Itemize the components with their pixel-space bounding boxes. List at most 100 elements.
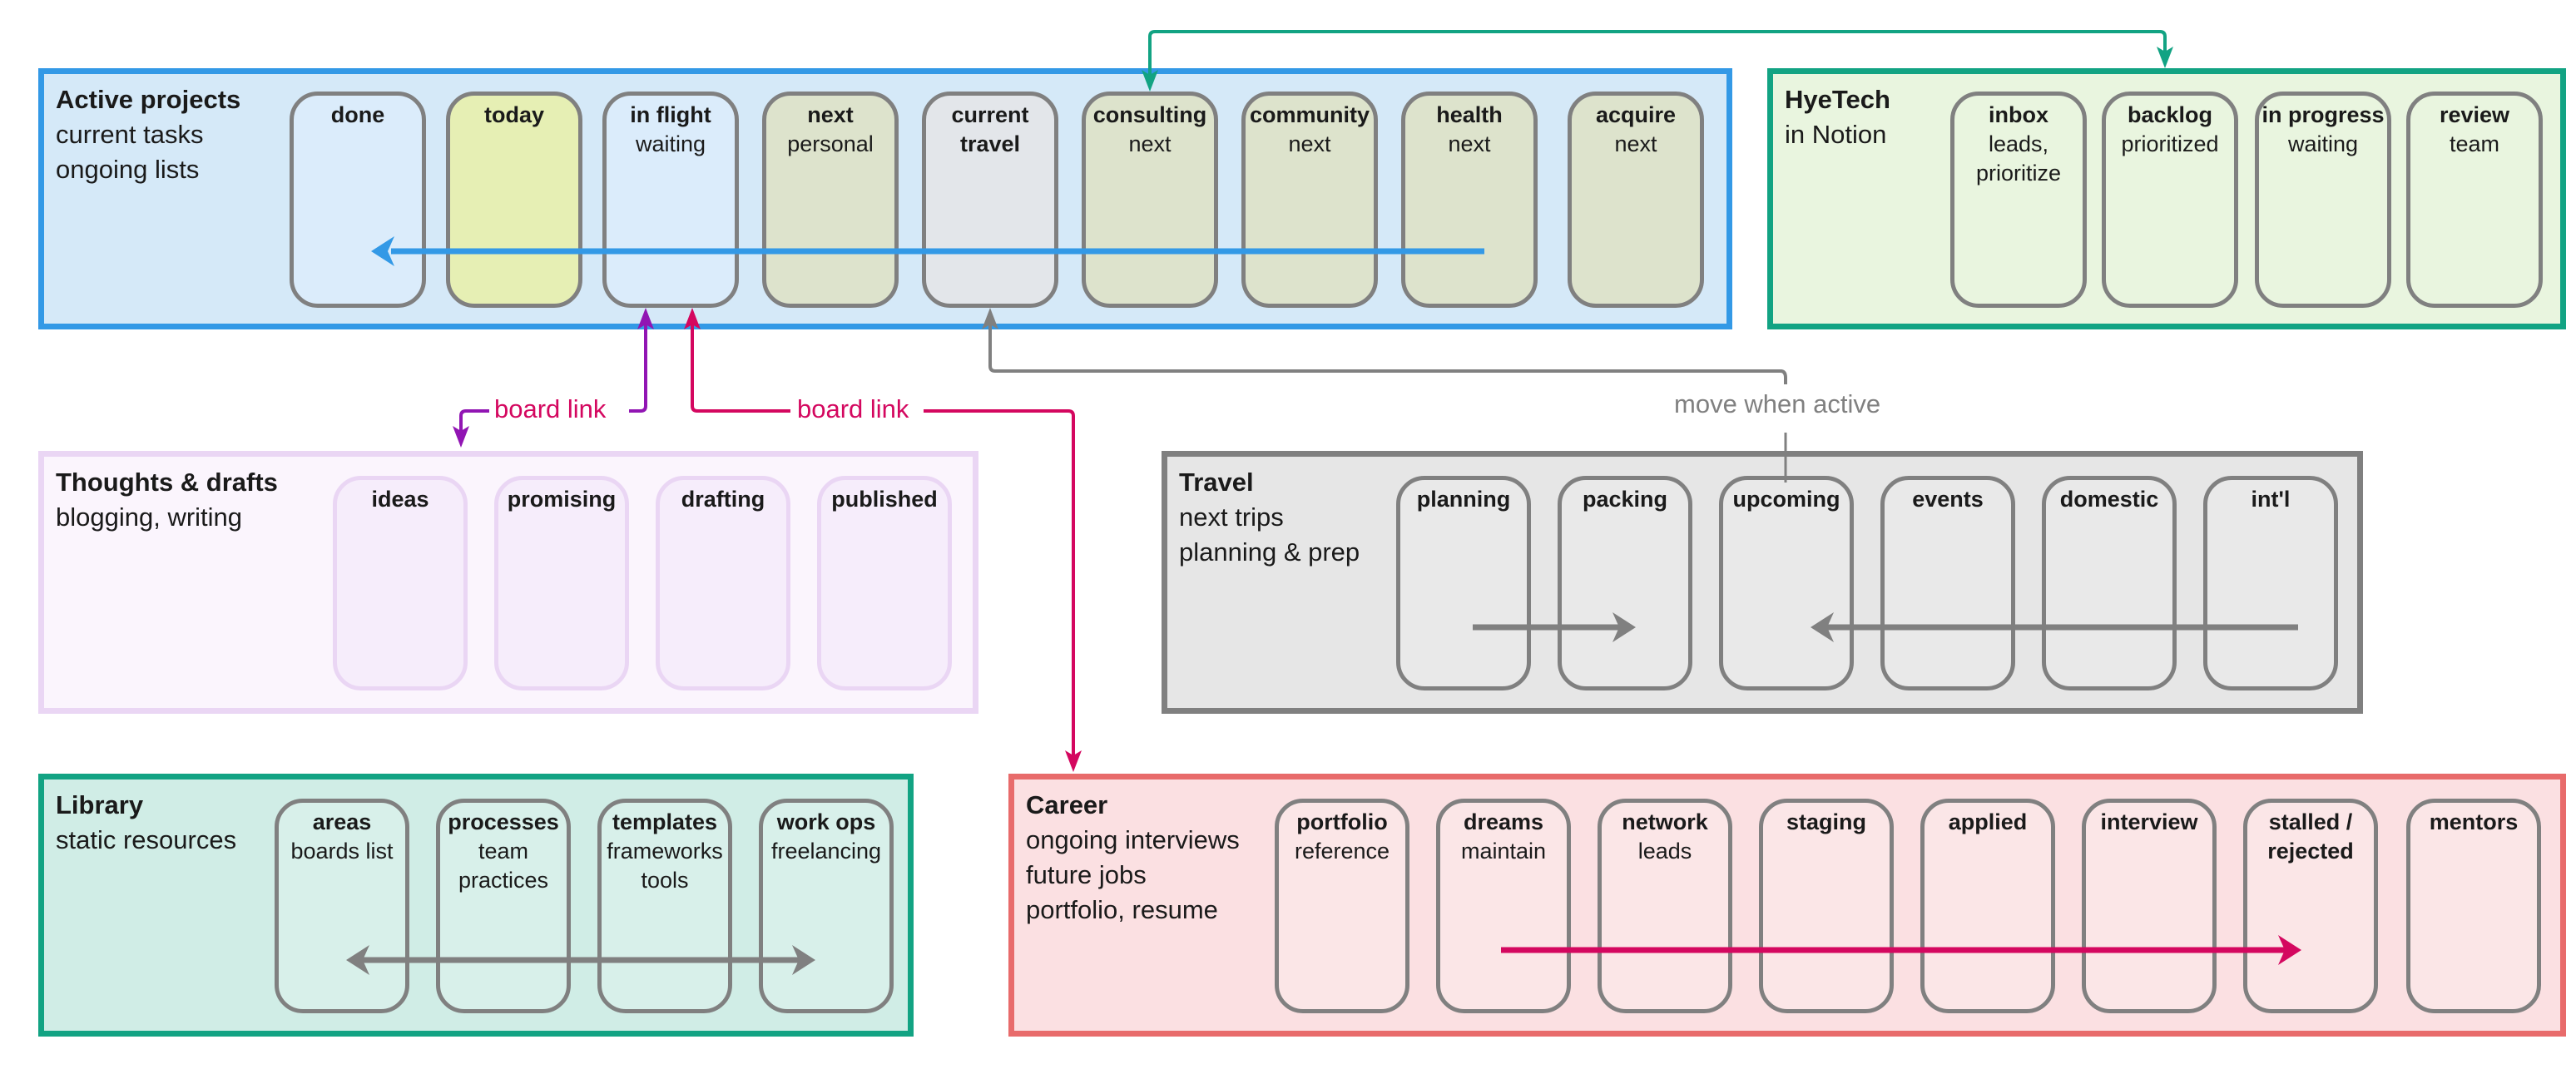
board-subtitle: ongoing interviews: [1026, 825, 1240, 854]
column-travel[interactable]: upcoming: [1719, 476, 1854, 690]
column-name: next: [807, 102, 854, 127]
arrowhead-down-icon: [1065, 750, 1082, 772]
column-subtitle: team: [2449, 131, 2500, 156]
board-subtitle: static resources: [56, 825, 237, 854]
board-subtitle: in Notion: [1785, 120, 1887, 149]
board-link-label-thoughts: board link: [489, 394, 612, 424]
column-active[interactable]: next personal: [762, 92, 899, 308]
board-title: Career ongoing interviews future jobs po…: [1026, 788, 1240, 928]
column-travel[interactable]: planning: [1396, 476, 1531, 690]
column-hyetech[interactable]: backlog prioritized: [2102, 92, 2238, 308]
arrowhead-down-icon: [453, 426, 469, 448]
column-name: drafting: [681, 487, 765, 512]
column-name: dreams: [1463, 809, 1544, 834]
column-active[interactable]: acquire next: [1568, 92, 1704, 308]
column-thoughts[interactable]: ideas: [333, 476, 468, 690]
column-name: done: [330, 102, 385, 127]
column-active[interactable]: health next: [1401, 92, 1538, 308]
column-name: templates: [612, 809, 718, 834]
column-name: acquire: [1595, 102, 1677, 127]
column-name: staging: [1786, 809, 1866, 834]
column-active[interactable]: in flight waiting: [602, 92, 739, 308]
column-hyetech[interactable]: in progress waiting: [2255, 92, 2391, 308]
column-career[interactable]: staging: [1759, 799, 1894, 1013]
column-name: today: [483, 102, 544, 127]
column-active[interactable]: current travel: [922, 92, 1058, 308]
column-subtitle: waiting: [2287, 131, 2359, 156]
board-link-label-career: board link: [792, 394, 914, 424]
board-subtitle: future jobs: [1026, 860, 1147, 889]
column-active[interactable]: today: [446, 92, 582, 308]
column-name: in flight: [630, 102, 711, 127]
column-travel[interactable]: domestic: [2042, 476, 2177, 690]
column-name: in progress: [2261, 102, 2385, 127]
column-active[interactable]: consulting next: [1082, 92, 1218, 308]
column-career[interactable]: network leads: [1598, 799, 1732, 1013]
column-name: areas: [312, 809, 372, 834]
column-subtitle: freelancing: [770, 839, 882, 864]
board-subtitle: ongoing lists: [56, 155, 200, 184]
board-name: Career: [1026, 790, 1108, 819]
board-name: Thoughts & drafts: [56, 468, 278, 497]
board-subtitle: blogging, writing: [56, 502, 243, 532]
column-library[interactable]: templates frameworks tools: [597, 799, 732, 1013]
board-name: HyeTech: [1785, 85, 1890, 114]
column-hyetech[interactable]: inbox leads, prioritize: [1950, 92, 2087, 308]
column-active[interactable]: done: [290, 92, 426, 308]
column-subtitle: next: [1448, 131, 1491, 156]
column-career[interactable]: stalled / rejected: [2243, 799, 2378, 1013]
column-name: ideas: [371, 487, 429, 512]
column-thoughts[interactable]: promising: [494, 476, 629, 690]
board-name: Active projects: [56, 85, 241, 114]
board-title: Active projects current tasks ongoing li…: [56, 82, 240, 187]
column-name: portfolio: [1296, 809, 1388, 834]
column-name: domestic: [2059, 487, 2159, 512]
column-library[interactable]: work ops freelancing: [759, 799, 894, 1013]
board-name: Travel: [1179, 468, 1254, 497]
column-active[interactable]: community next: [1241, 92, 1378, 308]
column-career[interactable]: mentors: [2406, 799, 2541, 1013]
column-name: current travel: [951, 102, 1029, 156]
column-subtitle: frameworks tools: [607, 839, 723, 893]
board-subtitle: next trips: [1179, 502, 1284, 532]
column-travel[interactable]: int'l: [2203, 476, 2338, 690]
column-career[interactable]: dreams maintain: [1436, 799, 1571, 1013]
column-name: interview: [2100, 809, 2198, 834]
column-name: int'l: [2251, 487, 2291, 512]
column-name: processes: [448, 809, 559, 834]
move-when-active-label: move when active: [1669, 389, 1886, 419]
column-name: consulting: [1092, 102, 1207, 127]
column-subtitle: next: [1614, 131, 1657, 156]
board-title: HyeTech in Notion: [1785, 82, 1890, 152]
column-name: upcoming: [1732, 487, 1840, 512]
column-subtitle: prioritized: [2121, 131, 2219, 156]
column-name: promising: [507, 487, 617, 512]
column-subtitle: leads: [1637, 839, 1692, 864]
column-library[interactable]: areas boards list: [275, 799, 409, 1013]
column-travel[interactable]: packing: [1558, 476, 1692, 690]
column-name: events: [1912, 487, 1984, 512]
column-subtitle: boards list: [290, 839, 394, 864]
board-name: Library: [56, 790, 144, 819]
board-subtitle: current tasks: [56, 120, 204, 149]
column-name: mentors: [2429, 809, 2519, 834]
column-subtitle: next: [1128, 131, 1172, 156]
column-subtitle: maintain: [1460, 839, 1547, 864]
column-career[interactable]: applied: [1920, 799, 2055, 1013]
column-name: published: [831, 487, 938, 512]
column-hyetech[interactable]: review team: [2406, 92, 2543, 308]
column-name: network: [1622, 809, 1708, 834]
column-career[interactable]: interview: [2082, 799, 2217, 1013]
board-subtitle: portfolio, resume: [1026, 895, 1218, 924]
board-title: Travel next trips planning & prep: [1179, 465, 1360, 570]
column-travel[interactable]: events: [1880, 476, 2015, 690]
column-career[interactable]: portfolio reference: [1275, 799, 1409, 1013]
column-library[interactable]: processes team practices: [436, 799, 571, 1013]
column-subtitle: reference: [1294, 839, 1390, 864]
column-name: review: [2439, 102, 2510, 127]
column-thoughts[interactable]: published: [817, 476, 952, 690]
column-thoughts[interactable]: drafting: [656, 476, 790, 690]
board-title: Library static resources: [56, 788, 236, 858]
column-subtitle: next: [1288, 131, 1331, 156]
column-name: inbox: [1989, 102, 2048, 127]
